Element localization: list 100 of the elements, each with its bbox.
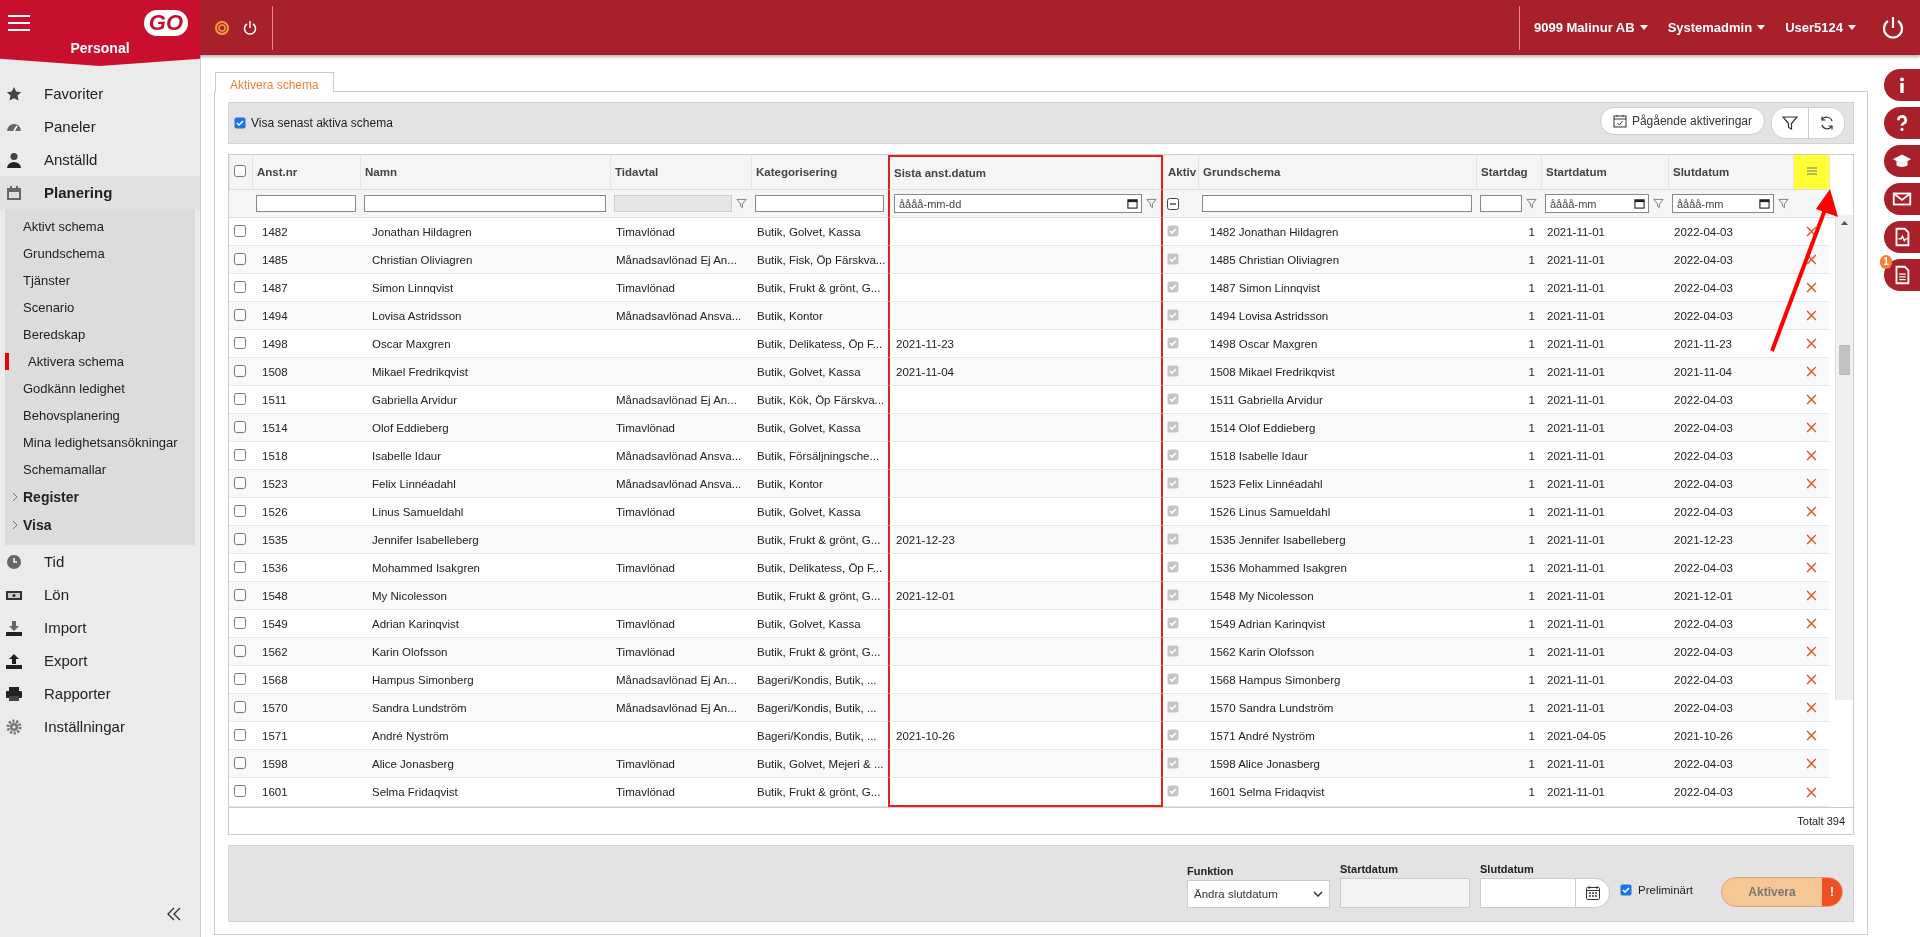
delete-icon[interactable] [1805, 506, 1817, 517]
sidebar-item[interactable]: Planering [0, 176, 200, 209]
active-checkbox[interactable] [1167, 785, 1179, 797]
row-checkbox[interactable] [234, 728, 246, 741]
select-all-checkbox[interactable] [234, 165, 246, 177]
info-button[interactable] [1884, 69, 1920, 101]
row-checkbox[interactable] [234, 476, 246, 489]
delete-icon[interactable] [1805, 450, 1817, 461]
row-checkbox[interactable] [234, 700, 246, 713]
date-filter-field[interactable]: åååå-mm [1672, 194, 1774, 213]
sidebar-subitem[interactable]: Behovsplanering [5, 402, 195, 429]
active-checkbox[interactable] [1167, 252, 1179, 265]
filter-field[interactable] [256, 195, 356, 212]
delete-icon[interactable] [1805, 590, 1817, 601]
lifebuoy-icon[interactable] [214, 19, 230, 36]
menu-icon[interactable] [8, 14, 30, 32]
sidebar-item[interactable]: Paneler [0, 110, 200, 143]
user-menu[interactable]: User5124 [1785, 20, 1856, 35]
row-checkbox[interactable] [234, 616, 246, 629]
sidebar-subitem[interactable]: Tjänster [5, 267, 195, 294]
sidebar-item[interactable]: Export [0, 644, 200, 677]
filter-icon[interactable] [1526, 198, 1537, 209]
mail-button[interactable] [1884, 183, 1920, 215]
filter-icon[interactable] [1778, 198, 1789, 209]
delete-icon[interactable] [1805, 702, 1817, 713]
active-checkbox[interactable] [1167, 280, 1179, 293]
delete-icon[interactable] [1805, 758, 1817, 769]
sidebar-item[interactable]: Inställningar [0, 710, 200, 743]
delete-icon[interactable] [1805, 366, 1817, 377]
sidebar-item[interactable]: Tid [0, 545, 200, 578]
sidebar-group[interactable]: Register [5, 483, 195, 511]
row-checkbox[interactable] [234, 785, 246, 797]
sidebar-item[interactable]: Anställd [0, 143, 200, 176]
calendar-icon[interactable] [1759, 198, 1770, 209]
delete-icon[interactable] [1805, 562, 1817, 573]
row-checkbox[interactable] [234, 336, 246, 349]
active-checkbox[interactable] [1167, 308, 1179, 321]
filter-field[interactable] [1202, 195, 1472, 212]
active-checkbox[interactable] [1167, 672, 1179, 685]
power-icon[interactable] [1880, 14, 1906, 41]
delete-icon[interactable] [1805, 338, 1817, 349]
sidebar-subitem[interactable]: Beredskap [5, 321, 195, 348]
column-header[interactable]: Anst.nr [252, 155, 360, 190]
row-checkbox[interactable] [234, 588, 246, 601]
sidebar-subitem[interactable]: Grundschema [5, 240, 195, 267]
delete-icon[interactable] [1805, 674, 1817, 685]
column-header[interactable]: Slutdatum [1668, 155, 1793, 190]
row-checkbox[interactable] [234, 644, 246, 657]
sidebar-item[interactable]: Favoriter [0, 77, 200, 110]
function-select[interactable]: Ändra slutdatum [1187, 880, 1331, 908]
date-filter-field[interactable]: åååå-mm-dd [894, 194, 1142, 213]
row-checkbox[interactable] [234, 308, 246, 321]
row-checkbox[interactable] [234, 532, 246, 545]
active-checkbox[interactable] [1167, 756, 1179, 769]
row-checkbox[interactable] [234, 420, 246, 433]
date-filter-field[interactable]: åååå-mm [1545, 194, 1649, 213]
delete-icon[interactable] [1805, 786, 1817, 798]
active-checkbox[interactable] [1167, 448, 1179, 461]
row-checkbox[interactable] [234, 448, 246, 461]
delete-icon[interactable] [1805, 254, 1817, 265]
active-checkbox[interactable] [1167, 560, 1179, 573]
refresh-button[interactable] [1808, 108, 1844, 138]
activate-button[interactable]: Aktivera ! [1721, 877, 1843, 907]
row-checkbox[interactable] [234, 756, 246, 769]
column-header[interactable]: Grundschema [1198, 155, 1476, 190]
row-checkbox[interactable] [234, 252, 246, 265]
filter-field[interactable] [755, 195, 884, 212]
active-checkbox[interactable] [1167, 224, 1179, 237]
filter-checkbox[interactable] [1167, 197, 1179, 210]
sidebar-item[interactable]: Lön [0, 578, 200, 611]
column-header[interactable]: Aktiv [1163, 155, 1198, 190]
sidebar-subitem[interactable]: Godkänn ledighet [5, 375, 195, 402]
active-checkbox[interactable] [1167, 420, 1179, 433]
active-checkbox[interactable] [1167, 644, 1179, 657]
pdf-button[interactable] [1884, 221, 1920, 253]
sidebar-group[interactable]: Visa [5, 511, 195, 539]
active-checkbox[interactable] [1167, 616, 1179, 629]
help-button[interactable] [1884, 107, 1920, 139]
filter-field[interactable] [364, 195, 606, 212]
active-checkbox[interactable] [1167, 504, 1179, 517]
row-checkbox[interactable] [234, 504, 246, 517]
collapse-icon[interactable] [166, 907, 182, 921]
sidebar-subitem[interactable]: Schemamallar [5, 456, 195, 483]
row-checkbox[interactable] [234, 224, 246, 237]
row-checkbox[interactable] [234, 560, 246, 573]
checkbox[interactable] [234, 117, 246, 129]
calendar-button[interactable] [1576, 878, 1611, 908]
end-date-field[interactable] [1480, 878, 1577, 908]
active-checkbox[interactable] [1167, 728, 1179, 741]
column-header[interactable]: Startdag [1476, 155, 1541, 190]
delete-icon[interactable] [1805, 478, 1817, 489]
active-checkbox[interactable] [1167, 336, 1179, 349]
delete-icon[interactable] [1805, 422, 1817, 433]
delete-icon[interactable] [1805, 282, 1817, 293]
filter-icon[interactable] [1146, 198, 1157, 209]
active-checkbox[interactable] [1167, 476, 1179, 489]
column-header[interactable]: Tidavtal [610, 155, 751, 190]
active-checkbox[interactable] [1167, 532, 1179, 545]
ongoing-activations-button[interactable]: Pågående aktiveringar [1599, 107, 1765, 135]
calendar-icon[interactable] [1127, 198, 1138, 209]
